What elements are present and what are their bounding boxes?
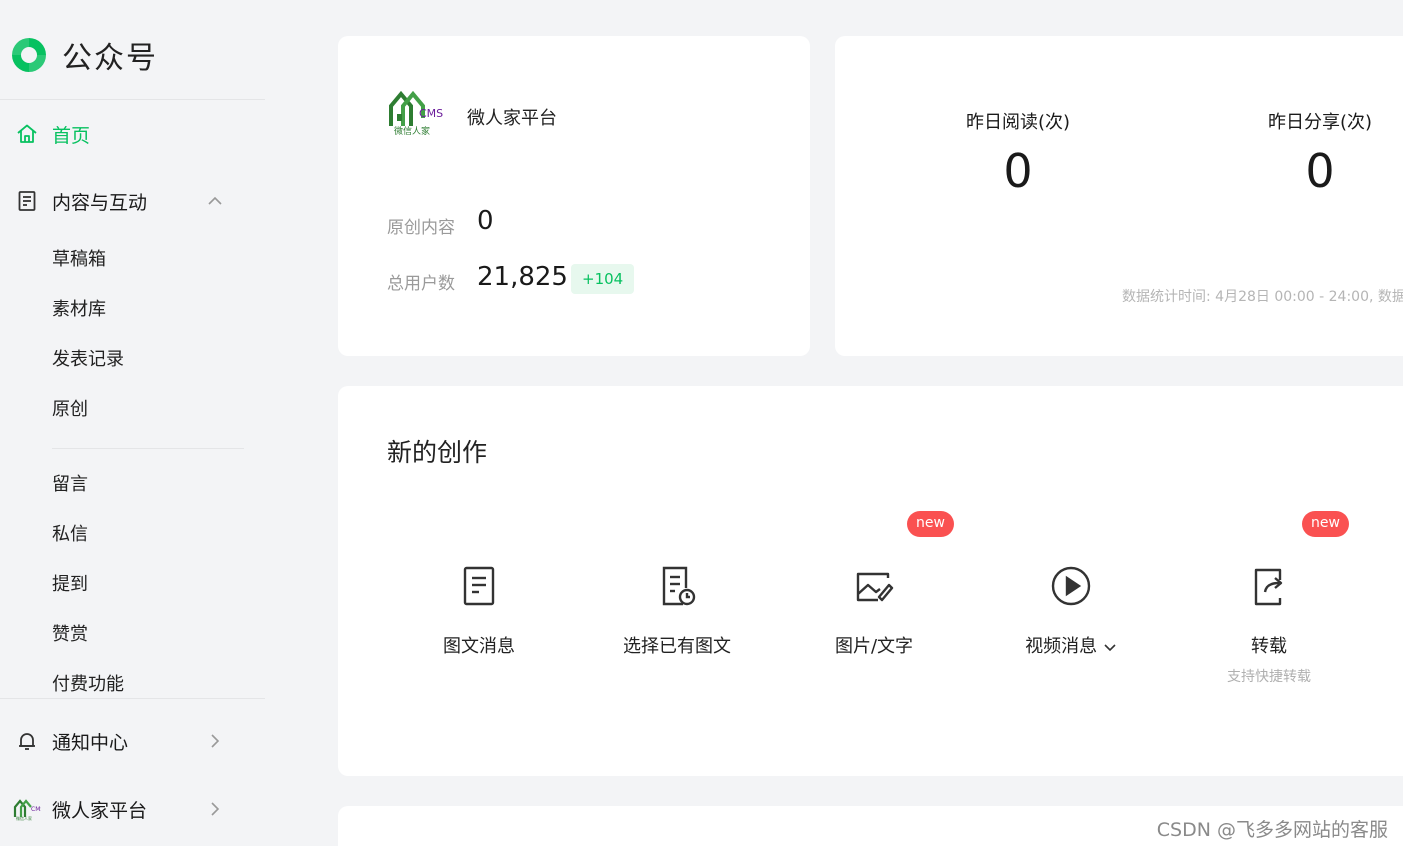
- watermark: CSDN @飞多多网站的客服: [1156, 819, 1388, 841]
- sidebar-item-mentions[interactable]: 提到: [52, 573, 88, 597]
- sidebar-divider: [0, 99, 265, 100]
- new-creation-card: 新的创作 new new 图文消息 选择已有图文 图片/文字 视频消息 转载 支…: [338, 386, 1403, 776]
- tool-image-text[interactable]: 图片/文字: [784, 564, 964, 658]
- chevron-down-icon[interactable]: [1103, 642, 1117, 652]
- tool-video[interactable]: 视频消息: [981, 564, 1161, 658]
- sidebar-item-materials[interactable]: 素材库: [52, 298, 106, 322]
- document-icon: [18, 191, 36, 211]
- svg-text:CMS: CMS: [419, 107, 443, 120]
- sidebar-divider-bottom: [0, 698, 265, 699]
- sidebar: 公众号 首页 内容与互动 草稿箱 素材库 发表记录 原创 留言 私信 提到 赞赏…: [0, 0, 265, 846]
- sidebar-item-comments[interactable]: 留言: [52, 473, 88, 497]
- chevron-right-icon: [211, 734, 220, 748]
- sidebar-item-paid[interactable]: 付费功能: [52, 673, 124, 697]
- yesterday-reads-value: 0: [1003, 144, 1033, 198]
- sidebar-item-publish-records[interactable]: 发表记录: [52, 348, 124, 372]
- home-icon: [17, 124, 37, 143]
- bell-icon: [19, 733, 35, 750]
- yesterday-reads-label: 昨日阅读(次): [965, 112, 1071, 133]
- repost-icon: [1254, 568, 1283, 606]
- brand[interactable]: 公众号: [8, 33, 158, 77]
- original-content-label: 原创内容: [387, 218, 455, 238]
- users-delta-badge: +104: [571, 264, 635, 294]
- chevron-right-icon: [211, 802, 220, 816]
- yesterday-shares-value: 0: [1305, 144, 1335, 198]
- original-content-value: 0: [477, 206, 494, 236]
- total-users-value: 21,825: [477, 262, 568, 292]
- nav-item-content[interactable]: 内容与互动: [0, 181, 265, 221]
- sidebar-item-original[interactable]: 原创: [52, 398, 88, 422]
- stats-card: 昨日阅读(次) 0 昨日分享(次) 0 数据统计时间: 4月28日 00:00 …: [835, 36, 1403, 356]
- nav-content-label: 内容与互动: [52, 191, 148, 214]
- new-badge: new: [1302, 511, 1349, 537]
- document-clock-icon: [662, 566, 696, 606]
- image-edit-icon: [856, 572, 894, 602]
- svg-text:微信人家: 微信人家: [16, 815, 32, 821]
- sidebar-subdivider: [52, 448, 244, 449]
- tool-repost[interactable]: 转载 支持快捷转载: [1179, 564, 1359, 686]
- account-logo[interactable]: CMS 微信人家: [388, 88, 444, 136]
- nav-notifications-label: 通知中心: [52, 731, 129, 754]
- sidebar-item-messages[interactable]: 私信: [52, 523, 88, 547]
- new-creation-title: 新的创作: [387, 438, 488, 467]
- chevron-up-icon: [208, 196, 222, 205]
- sidebar-item-drafts[interactable]: 草稿箱: [52, 248, 106, 272]
- yesterday-shares-label: 昨日分享(次): [1267, 112, 1373, 133]
- total-users-label: 总用户数: [387, 274, 455, 294]
- wechat-mp-logo-icon: [12, 38, 46, 72]
- nav-item-home[interactable]: 首页: [0, 114, 265, 154]
- nav-account-label: 微人家平台: [52, 799, 148, 822]
- svg-text:微信人家: 微信人家: [394, 125, 430, 136]
- play-circle-icon: [1051, 566, 1091, 606]
- nav-item-account[interactable]: CMS 微信人家 微人家平台: [0, 789, 265, 829]
- tool-article[interactable]: 图文消息: [389, 564, 569, 658]
- sidebar-item-rewards[interactable]: 赞赏: [52, 623, 88, 647]
- svg-text:CMS: CMS: [31, 806, 41, 813]
- account-avatar-icon: CMS 微信人家: [13, 799, 41, 821]
- account-name: 微人家平台: [467, 108, 557, 129]
- document-icon: [463, 566, 495, 606]
- brand-name: 公众号: [62, 41, 158, 76]
- nav-home-label: 首页: [52, 124, 91, 147]
- stats-time-note: 数据统计时间: 4月28日 00:00 - 24:00, 数据: [1122, 289, 1403, 305]
- tool-select-existing[interactable]: 选择已有图文: [587, 564, 767, 658]
- nav-item-notifications[interactable]: 通知中心: [0, 721, 265, 761]
- account-card: CMS 微信人家 微人家平台 原创内容 0 总用户数 21,825 +104: [338, 36, 810, 356]
- new-badge: new: [907, 511, 954, 537]
